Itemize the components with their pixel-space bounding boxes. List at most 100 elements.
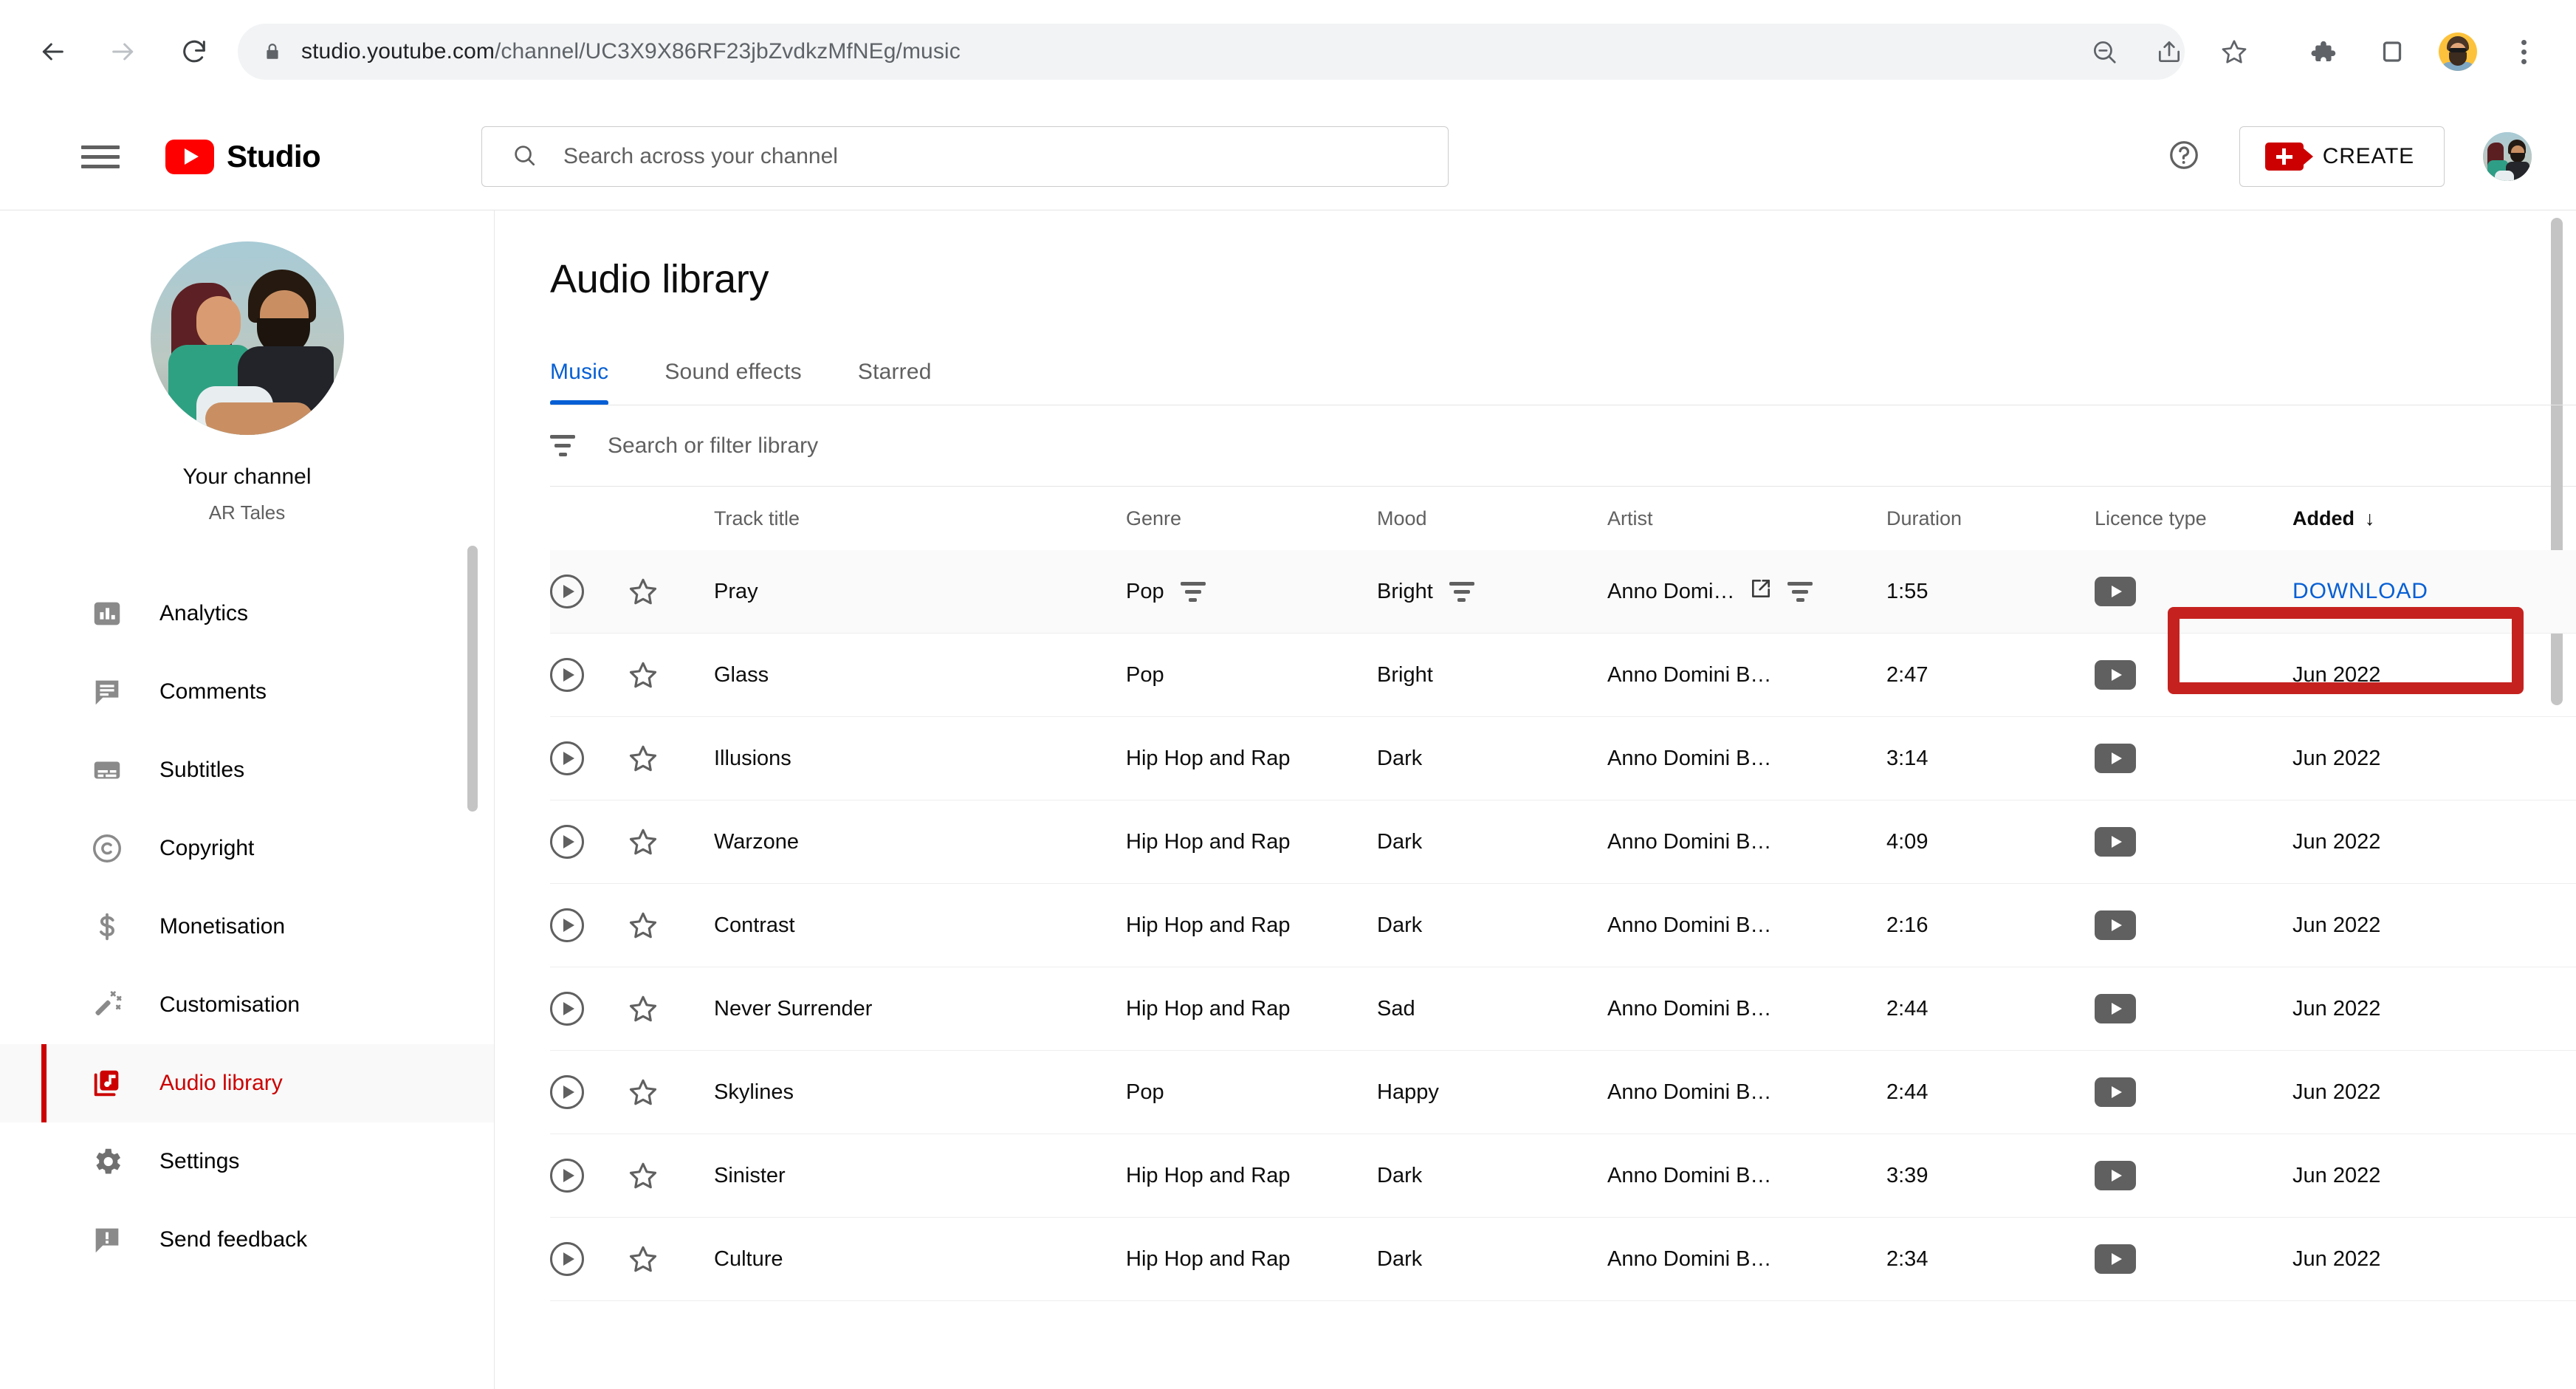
star-button[interactable]: [627, 826, 714, 858]
play-button[interactable]: [550, 1159, 627, 1193]
forward-arrow-icon[interactable]: [100, 29, 146, 75]
cell-licence-type: [2095, 1077, 2292, 1107]
youtube-studio-logo[interactable]: Studio: [165, 139, 321, 174]
cell-genre: Hip Hop and Rap: [1126, 1246, 1291, 1271]
back-arrow-icon[interactable]: [30, 29, 75, 75]
sidebar-item-comments[interactable]: Comments: [0, 653, 494, 731]
chrome-profile-avatar[interactable]: [2439, 32, 2477, 71]
table-row[interactable]: Illusions Hip Hop and Rap Dark Anno Domi…: [550, 717, 2576, 800]
cell-artist: Anno Domini B…: [1607, 913, 1772, 937]
star-button[interactable]: [627, 992, 714, 1025]
column-header-licence-type[interactable]: Licence type: [2095, 507, 2292, 530]
sidebar: Your channel AR Tales Analytics Comments: [0, 210, 495, 1389]
sidebar-item-send-feedback[interactable]: Send feedback: [0, 1201, 494, 1279]
subtitles-icon: [89, 752, 126, 789]
column-header-track-title[interactable]: Track title: [714, 507, 1126, 530]
cell-mood: Bright: [1377, 662, 1433, 687]
play-button[interactable]: [550, 741, 627, 775]
audio-library-tabs: Music Sound effects Starred: [550, 360, 2576, 405]
cell-mood: Dark: [1377, 1246, 1423, 1271]
table-row[interactable]: Sinister Hip Hop and Rap Dark Anno Domin…: [550, 1134, 2576, 1218]
star-button[interactable]: [627, 742, 714, 775]
tab-starred[interactable]: Starred: [830, 360, 960, 405]
cell-mood: Bright: [1377, 580, 1607, 604]
column-header-artist[interactable]: Artist: [1607, 507, 1886, 530]
star-button[interactable]: [627, 1076, 714, 1108]
play-button[interactable]: [550, 825, 627, 859]
play-button[interactable]: [550, 1242, 627, 1276]
tab-sound-effects[interactable]: Sound effects: [636, 360, 830, 405]
column-header-duration[interactable]: Duration: [1886, 507, 2095, 530]
cell-duration: 3:39: [1886, 1163, 1928, 1187]
three-dot-menu-icon[interactable]: [2501, 29, 2546, 75]
tab-music[interactable]: Music: [550, 360, 636, 405]
external-link-icon[interactable]: [1749, 577, 1773, 606]
cell-artist: Anno Domini B…: [1607, 1163, 1772, 1187]
cell-genre: Hip Hop and Rap: [1126, 829, 1291, 854]
puzzle-extensions-icon[interactable]: [2300, 29, 2346, 75]
share-icon[interactable]: [2146, 29, 2192, 75]
table-row[interactable]: Skylines Pop Happy Anno Domini B… 2:44 J…: [550, 1051, 2576, 1134]
sidebar-item-settings[interactable]: Settings: [0, 1122, 494, 1201]
search-input[interactable]: Search across your channel: [481, 126, 1449, 187]
genre-filter-icon[interactable]: [1180, 581, 1206, 602]
feedback-icon: [89, 1221, 126, 1258]
youtube-licence-icon: [2095, 744, 2136, 773]
play-button[interactable]: [550, 575, 627, 608]
cell-mood: Sad: [1377, 996, 1415, 1021]
bookmark-star-icon[interactable]: [2211, 29, 2257, 75]
star-button[interactable]: [627, 909, 714, 942]
library-filter-bar[interactable]: Search or filter library: [550, 405, 2576, 487]
cell-licence-type: [2095, 1244, 2292, 1274]
sidebar-scrollbar[interactable]: [467, 546, 478, 812]
column-header-genre[interactable]: Genre: [1126, 507, 1377, 530]
dollar-sign-icon: [89, 908, 126, 945]
hamburger-menu-icon[interactable]: [81, 145, 120, 168]
browser-toolbar-right: [2300, 29, 2546, 75]
cell-added: Jun 2022: [2292, 1163, 2381, 1187]
reload-icon[interactable]: [171, 29, 217, 75]
column-header-mood[interactable]: Mood: [1377, 507, 1607, 530]
cell-genre: Hip Hop and Rap: [1126, 1163, 1291, 1187]
star-button[interactable]: [627, 1159, 714, 1192]
account-avatar[interactable]: [2483, 132, 2532, 181]
mood-filter-icon[interactable]: [1449, 581, 1474, 602]
address-bar[interactable]: studio.youtube.com/channel/UC3X9X86RF23j…: [238, 24, 2185, 80]
play-button[interactable]: [550, 908, 627, 942]
filter-icon[interactable]: [550, 435, 575, 456]
table-row[interactable]: Warzone Hip Hop and Rap Dark Anno Domini…: [550, 800, 2576, 884]
cell-duration: 2:47: [1886, 662, 1928, 687]
sidebar-item-copyright[interactable]: Copyright: [0, 809, 494, 888]
help-icon[interactable]: [2167, 138, 2201, 176]
play-button[interactable]: [550, 992, 627, 1026]
artist-filter-icon[interactable]: [1787, 581, 1813, 602]
side-panel-icon[interactable]: [2369, 29, 2415, 75]
table-row[interactable]: Glass Pop Bright Anno Domini B… 2:47 Jun…: [550, 634, 2576, 717]
table-row[interactable]: Culture Hip Hop and Rap Dark Anno Domini…: [550, 1218, 2576, 1301]
cell-track-title: Sinister: [714, 1163, 786, 1187]
sidebar-item-subtitles[interactable]: Subtitles: [0, 731, 494, 809]
sort-arrow-icon: ↓: [2365, 507, 2375, 529]
cell-licence-type: [2095, 744, 2292, 773]
play-button[interactable]: [550, 1075, 627, 1109]
star-button[interactable]: [627, 659, 714, 691]
table-row[interactable]: Pray Pop Bright Anno Domi… 1:55 DOWNLOAD: [550, 550, 2576, 634]
sidebar-item-audio-library[interactable]: Audio library: [0, 1044, 494, 1122]
sidebar-item-customisation[interactable]: Customisation: [0, 966, 494, 1044]
table-header-row: Track title Genre Mood Artist Duration L…: [550, 487, 2576, 550]
cell-mood: Happy: [1377, 1080, 1439, 1104]
channel-avatar-large[interactable]: [150, 241, 344, 435]
cell-duration: 3:14: [1886, 746, 1928, 770]
column-header-added[interactable]: Added ↓: [2292, 507, 2536, 530]
zoom-out-icon[interactable]: [2081, 29, 2127, 75]
sidebar-item-monetisation[interactable]: Monetisation: [0, 888, 494, 966]
download-button[interactable]: DOWNLOAD: [2292, 579, 2428, 604]
table-row[interactable]: Never Surrender Hip Hop and Rap Sad Anno…: [550, 967, 2576, 1051]
star-button[interactable]: [627, 575, 714, 608]
table-row[interactable]: Contrast Hip Hop and Rap Dark Anno Domin…: [550, 884, 2576, 967]
music-table: Track title Genre Mood Artist Duration L…: [550, 487, 2576, 1301]
sidebar-item-analytics[interactable]: Analytics: [0, 575, 494, 653]
play-button[interactable]: [550, 658, 627, 692]
star-button[interactable]: [627, 1243, 714, 1275]
create-button[interactable]: CREATE: [2239, 126, 2445, 187]
